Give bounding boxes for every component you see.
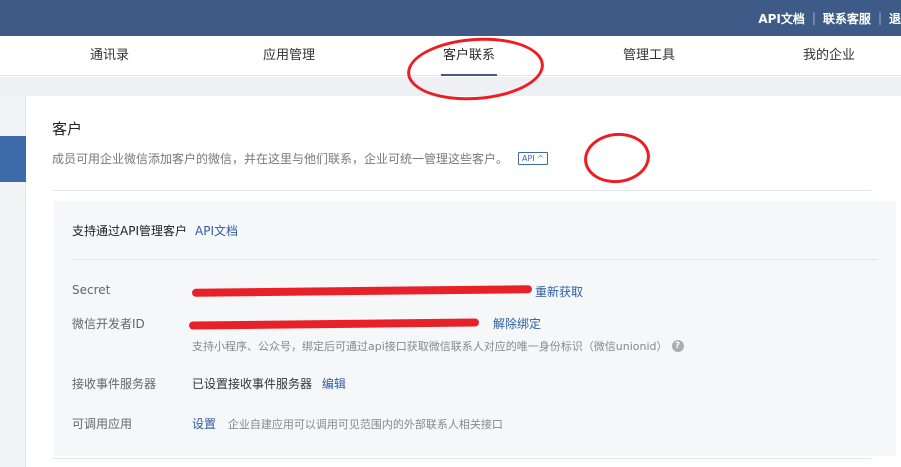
refresh-secret-link[interactable]: 重新获取 <box>535 285 583 299</box>
api-panel: 支持通过API管理客户 API文档 Secret 重新获取 微信开发者ID 解除绑… <box>54 201 896 456</box>
description-text: 成员可用企业微信添加客户的微信，并在这里与他们联系，企业可统一管理这些客户。 <box>52 152 509 166</box>
sidebar-item-active[interactable] <box>0 136 26 182</box>
page-title: 客户 <box>52 120 83 138</box>
top-bar: API文档 | 联系客服 | 退 <box>0 0 901 36</box>
top-links: API文档 | 联系客服 | 退 <box>758 0 901 36</box>
logout-link[interactable]: 退 <box>889 10 901 27</box>
secret-value: 重新获取 <box>535 283 583 300</box>
main-nav: 通讯录 应用管理 客户联系 管理工具 我的企业 <box>0 36 901 76</box>
tab-customer-contact[interactable]: 客户联系 <box>440 36 498 76</box>
edit-event-server-link[interactable]: 编辑 <box>322 377 346 391</box>
apps-label: 可调用应用 <box>72 417 133 431</box>
divider <box>52 190 871 191</box>
apps-settings-link[interactable]: 设置 <box>192 417 216 431</box>
unbind-link[interactable]: 解除绑定 <box>493 317 541 331</box>
developer-id-hint-text: 支持小程序、公众号，绑定后可通过api接口获取微信联系人对应的唯一身份标识（微信… <box>192 340 668 353</box>
developer-id-hint: 支持小程序、公众号，绑定后可通过api接口获取微信联系人对应的唯一身份标识（微信… <box>192 338 684 354</box>
tab-contacts[interactable]: 通讯录 <box>90 36 129 76</box>
main-content: 客户 成员可用企业微信添加客户的微信，并在这里与他们联系，企业可统一管理这些客户… <box>27 96 901 467</box>
secret-label: Secret <box>72 283 111 297</box>
developer-id-value: 解除绑定 <box>493 315 541 332</box>
sidebar <box>0 96 26 467</box>
redacted-secret <box>191 285 533 297</box>
panel-header: 支持通过API管理客户 API文档 <box>72 222 238 239</box>
support-link[interactable]: 联系客服 <box>823 10 871 27</box>
divider <box>52 458 871 459</box>
tab-my-enterprise[interactable]: 我的企业 <box>803 36 855 76</box>
panel-divider <box>72 259 878 260</box>
event-server-label: 接收事件服务器 <box>72 377 157 391</box>
api-docs-panel-link[interactable]: API文档 <box>195 224 238 238</box>
event-server-status: 已设置接收事件服务器 <box>192 377 313 391</box>
help-icon[interactable]: ? <box>671 340 684 352</box>
apps-value: 设置 企业自建应用可以调用可见范围内的外部联系人相关接口 <box>192 415 503 432</box>
apps-hint: 企业自建应用可以调用可见范围内的外部联系人相关接口 <box>227 418 503 431</box>
separator: | <box>811 11 816 25</box>
redacted-developer-id <box>188 318 480 330</box>
separator: | <box>877 11 882 25</box>
panel-header-text: 支持通过API管理客户 <box>72 224 187 238</box>
tab-app-management[interactable]: 应用管理 <box>263 36 315 76</box>
tab-management-tools[interactable]: 管理工具 <box>623 36 675 76</box>
api-toggle-button[interactable]: API ^ <box>518 152 548 165</box>
event-server-value: 已设置接收事件服务器 编辑 <box>192 375 346 392</box>
nav-shadow-strip <box>0 77 901 96</box>
page-description: 成员可用企业微信添加客户的微信，并在这里与他们联系，企业可统一管理这些客户。 A… <box>52 150 548 167</box>
developer-id-label: 微信开发者ID <box>72 317 145 331</box>
api-docs-link[interactable]: API文档 <box>758 10 805 27</box>
